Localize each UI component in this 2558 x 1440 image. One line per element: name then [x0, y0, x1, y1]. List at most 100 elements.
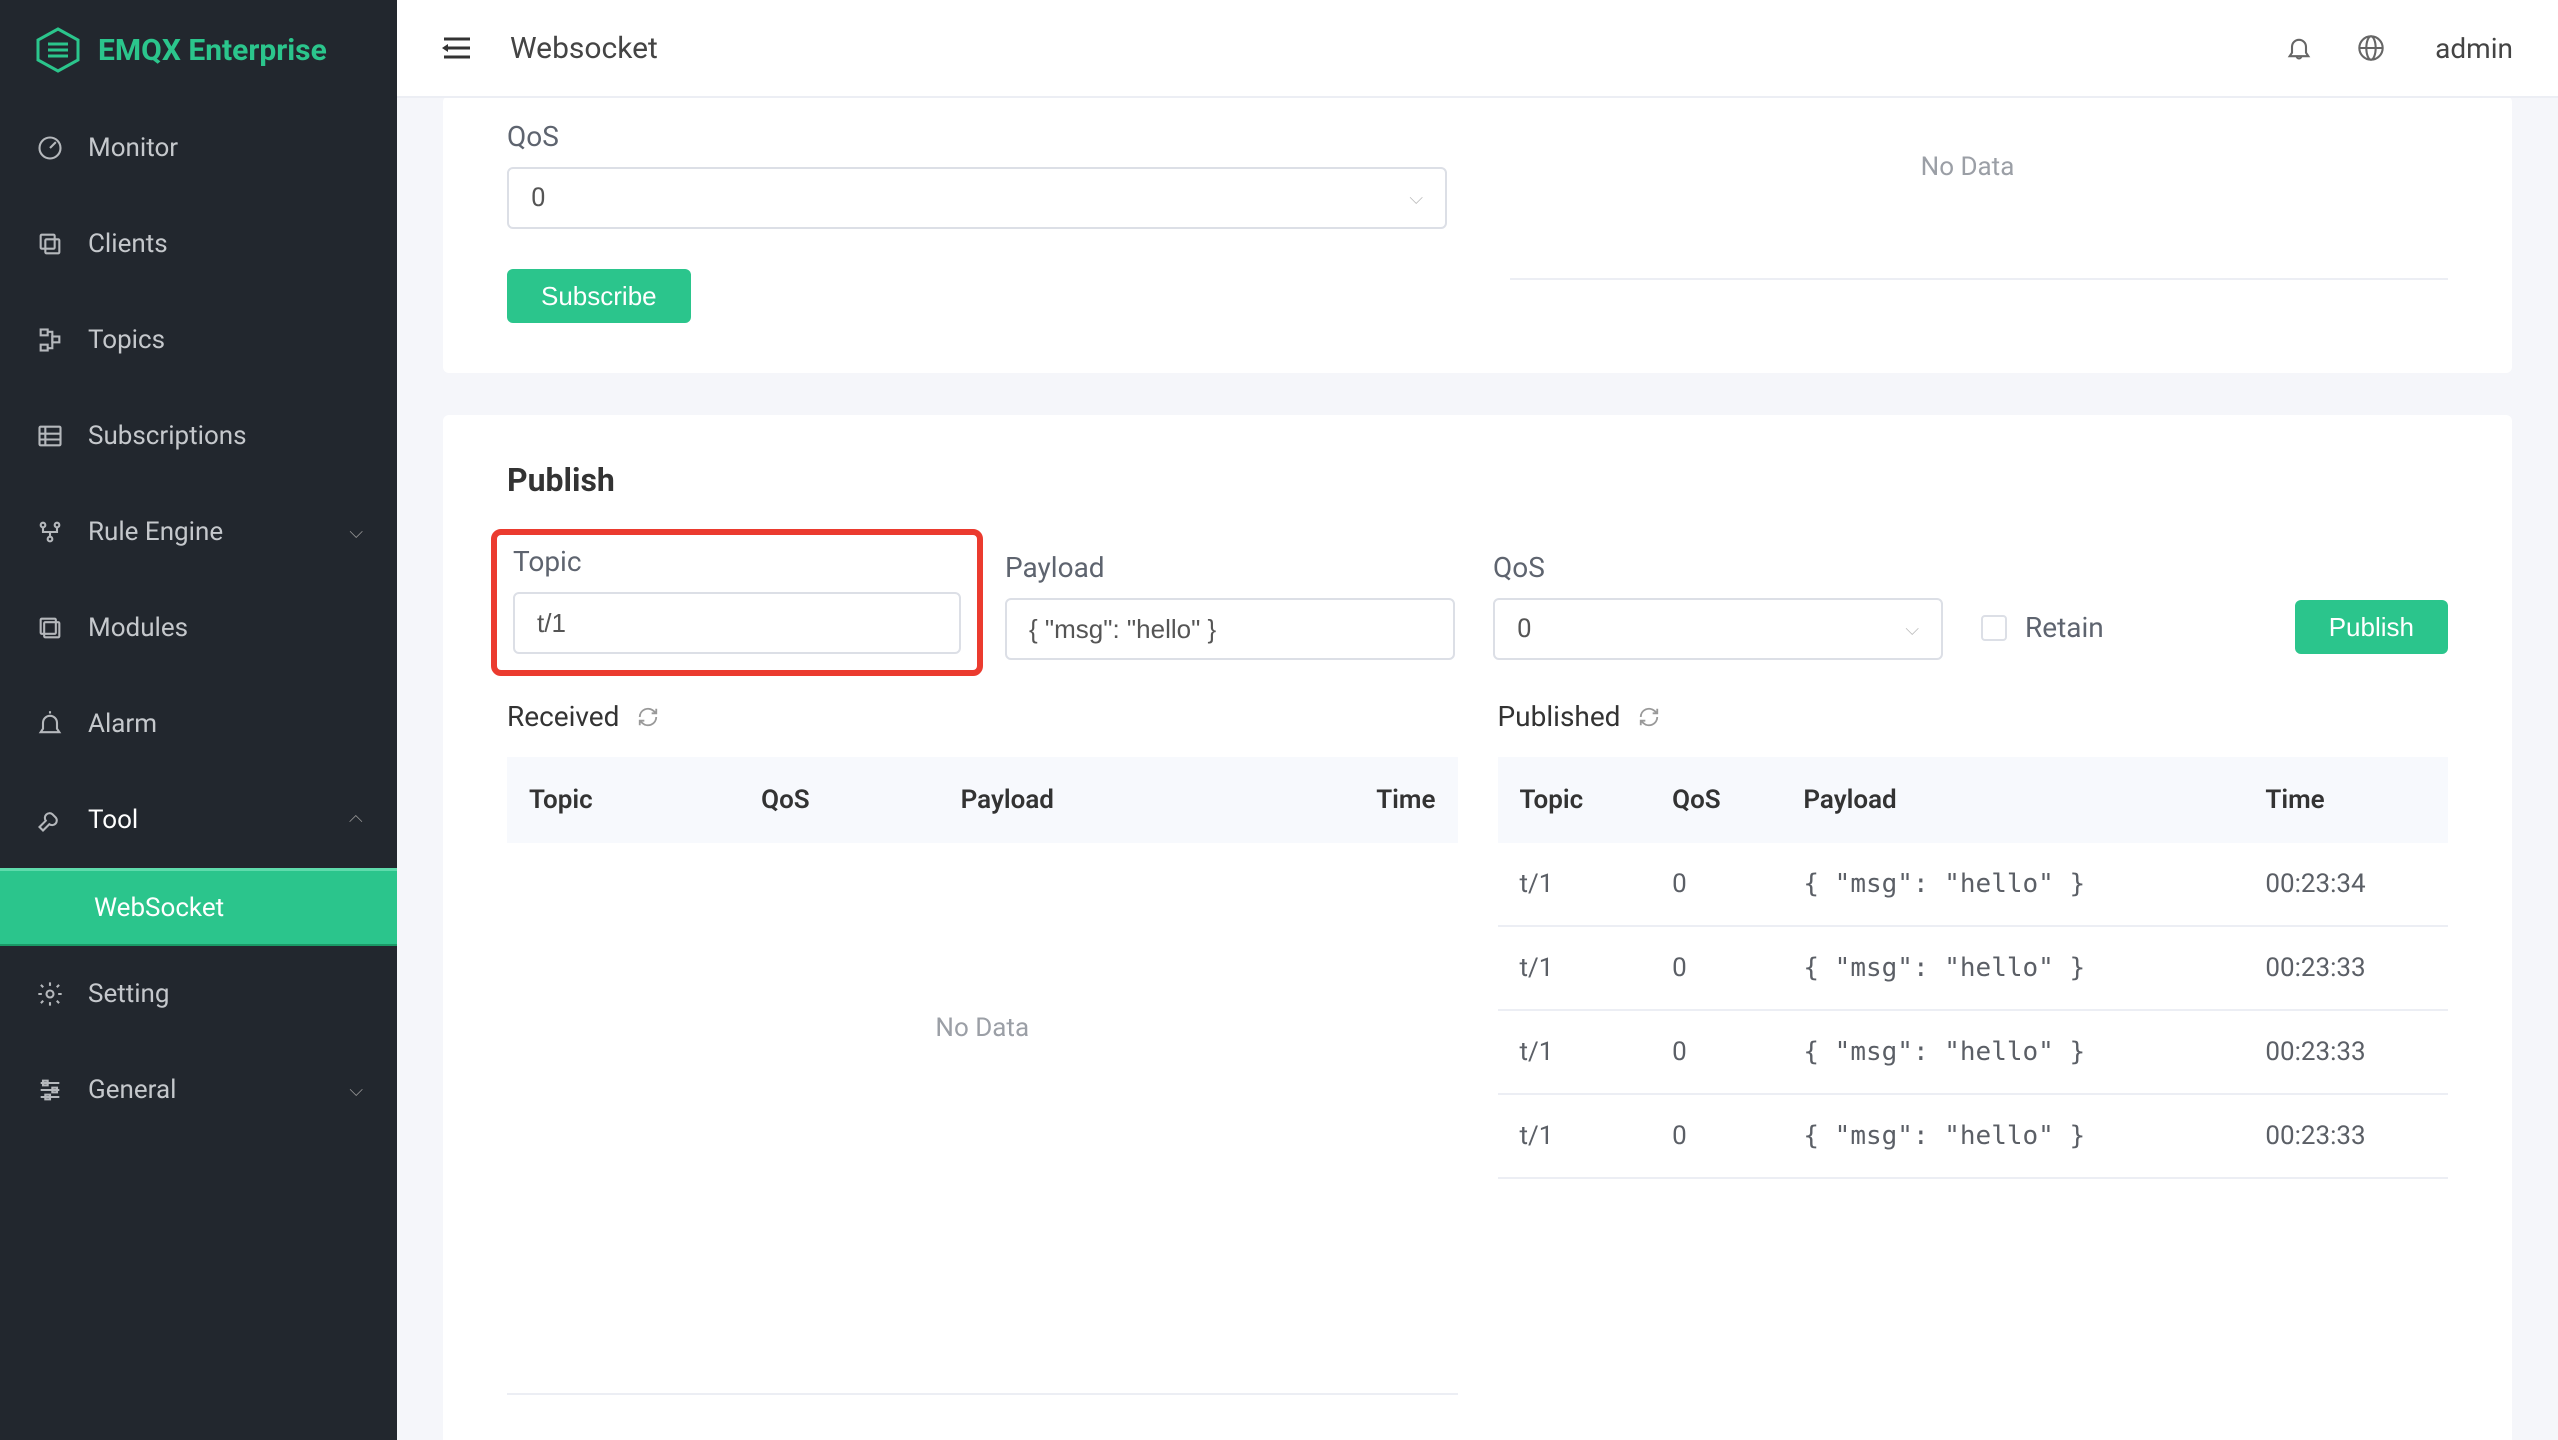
list-icon	[34, 420, 66, 452]
cell-qos: 0	[1650, 1094, 1781, 1178]
col-payload: Payload	[939, 757, 1235, 843]
publish-qos-select[interactable]: 0 ⌵	[1493, 598, 1943, 660]
chevron-down-icon: ⌵	[349, 522, 363, 543]
tree-icon	[34, 324, 66, 356]
table-row: t/1 0 { "msg": "hello" } 00:23:33	[1498, 926, 2449, 1010]
refresh-icon[interactable]	[1638, 706, 1660, 728]
sidebar-item-tool[interactable]: Tool ⌵	[0, 772, 397, 868]
brand-logo-icon	[34, 26, 82, 74]
cell-time: 00:23:33	[2243, 1010, 2448, 1094]
language-icon[interactable]	[2357, 34, 2385, 62]
sidebar-toggle-icon[interactable]	[442, 35, 472, 61]
page-title: Websocket	[510, 31, 658, 66]
copies-icon	[34, 228, 66, 260]
sidebar-item-general[interactable]: General ⌵	[0, 1042, 397, 1138]
cell-time: 00:23:34	[2243, 843, 2448, 926]
cell-payload: { "msg": "hello" }	[1781, 1010, 2243, 1094]
user-label[interactable]: admin	[2435, 32, 2513, 65]
received-table: TopicQoSPayloadTime	[507, 757, 1458, 843]
cell-time: 00:23:33	[2243, 926, 2448, 1010]
sidebar: EMQX Enterprise Monitor Clients Topics S…	[0, 0, 397, 1440]
sidebar-item-label: Subscriptions	[88, 421, 247, 451]
cell-time: 00:23:33	[2243, 1094, 2448, 1178]
sidebar-item-label: Alarm	[88, 709, 157, 739]
received-section: Received TopicQoSPayloadTime No Data	[507, 700, 1458, 1395]
cell-topic: t/1	[1498, 926, 1651, 1010]
publish-button[interactable]: Publish	[2295, 600, 2448, 654]
sidebar-item-label: Clients	[88, 229, 168, 259]
cell-qos: 0	[1650, 926, 1781, 1010]
col-time: Time	[1235, 757, 1458, 843]
subscribe-qos-value: 0	[531, 183, 546, 213]
publish-qos-value: 0	[1517, 614, 1532, 644]
sidebar-item-modules[interactable]: Modules	[0, 580, 397, 676]
cell-topic: t/1	[1498, 1010, 1651, 1094]
table-row: t/1 0 { "msg": "hello" } 00:23:34	[1498, 843, 2449, 926]
refresh-icon[interactable]	[637, 706, 659, 728]
sidebar-item-subscriptions[interactable]: Subscriptions	[0, 388, 397, 484]
publish-topic-input[interactable]	[513, 592, 961, 654]
publish-qos-label: QoS	[1493, 551, 1943, 584]
wrench-icon	[34, 804, 66, 836]
cell-payload: { "msg": "hello" }	[1781, 1094, 2243, 1178]
sidebar-item-rule-engine[interactable]: Rule Engine ⌵	[0, 484, 397, 580]
col-topic: Topic	[507, 757, 739, 843]
chevron-down-icon: ⌵	[349, 810, 363, 831]
nav: Monitor Clients Topics Subscriptions Rul…	[0, 100, 397, 1138]
sidebar-item-topics[interactable]: Topics	[0, 292, 397, 388]
publish-payload-input[interactable]	[1005, 598, 1455, 660]
main: Websocket admin QoS 0 ⌵	[397, 0, 2558, 1440]
sidebar-item-setting[interactable]: Setting	[0, 946, 397, 1042]
cell-payload: { "msg": "hello" }	[1781, 843, 2243, 926]
notifications-icon[interactable]	[2285, 34, 2313, 62]
cell-topic: t/1	[1498, 1094, 1651, 1178]
sidebar-subitem-websocket[interactable]: WebSocket	[0, 868, 397, 946]
cell-qos: 0	[1650, 843, 1781, 926]
divider	[507, 1393, 1458, 1395]
retain-option[interactable]: Retain	[1981, 611, 2104, 660]
received-empty: No Data	[507, 843, 1458, 1213]
col-qos: QoS	[739, 757, 938, 843]
published-section: Published TopicQoSPayloadTime t/1 0 { "m…	[1498, 700, 2449, 1395]
subscribe-qos-select[interactable]: 0 ⌵	[507, 167, 1447, 229]
cell-topic: t/1	[1498, 843, 1651, 926]
sidebar-item-label: Rule Engine	[88, 517, 223, 547]
flow-icon	[34, 516, 66, 548]
cell-payload: { "msg": "hello" }	[1781, 926, 2243, 1010]
subscribe-no-data: No Data	[1487, 152, 2448, 182]
table-row: t/1 0 { "msg": "hello" } 00:23:33	[1498, 1094, 2449, 1178]
gear-icon	[34, 978, 66, 1010]
gauge-icon	[34, 132, 66, 164]
sidebar-item-label: Setting	[88, 979, 170, 1009]
publish-card: Publish Topic Payload QoS	[443, 415, 2512, 1440]
col-topic: Topic	[1498, 757, 1651, 843]
publish-payload-label: Payload	[1005, 551, 1455, 584]
sidebar-item-clients[interactable]: Clients	[0, 196, 397, 292]
sidebar-item-alarm[interactable]: Alarm	[0, 676, 397, 772]
sidebar-item-label: Monitor	[88, 133, 178, 163]
subscribe-qos-label: QoS	[507, 98, 1447, 153]
cell-qos: 0	[1650, 1010, 1781, 1094]
chevron-down-icon: ⌵	[1409, 188, 1423, 209]
received-title: Received	[507, 700, 619, 733]
sidebar-item-monitor[interactable]: Monitor	[0, 100, 397, 196]
publish-title: Publish	[443, 415, 2512, 539]
subscribe-button[interactable]: Subscribe	[507, 269, 691, 323]
brand-name: EMQX Enterprise	[98, 33, 327, 68]
topbar: Websocket admin	[397, 0, 2558, 98]
stack-icon	[34, 612, 66, 644]
sidebar-item-label: Topics	[88, 325, 165, 355]
chevron-down-icon: ⌵	[349, 1080, 363, 1101]
topic-highlight: Topic	[491, 529, 983, 676]
col-qos: QoS	[1650, 757, 1781, 843]
brand: EMQX Enterprise	[0, 0, 397, 100]
col-payload: Payload	[1781, 757, 2243, 843]
sidebar-item-label: Modules	[88, 613, 188, 643]
col-time: Time	[2243, 757, 2448, 843]
subscribe-card: QoS 0 ⌵ Subscribe No Data	[443, 98, 2512, 373]
divider	[1510, 278, 2448, 280]
published-table: TopicQoSPayloadTime t/1 0 { "msg": "hell…	[1498, 757, 2449, 1179]
retain-checkbox[interactable]	[1981, 615, 2007, 641]
sidebar-item-label: Tool	[88, 805, 138, 835]
content: QoS 0 ⌵ Subscribe No Data Publish	[397, 98, 2558, 1440]
